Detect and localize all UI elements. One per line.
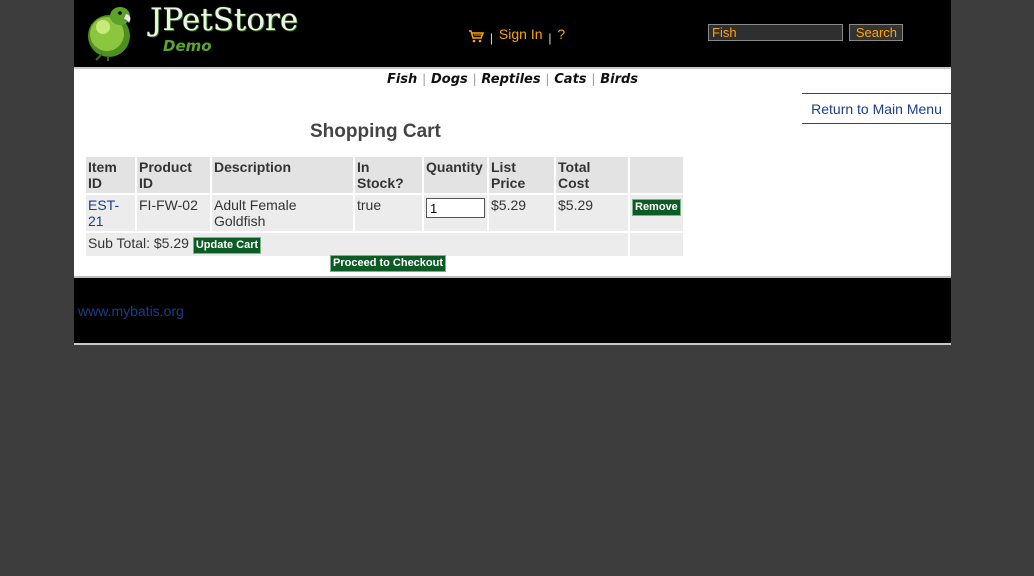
logo[interactable]: JPetStore Demo (82, 0, 302, 62)
update-cart-button[interactable]: Update Cart (192, 237, 262, 254)
quicklink-reptiles[interactable]: Reptiles (481, 72, 540, 87)
search-button[interactable]: Search (849, 24, 904, 41)
page-wrapper: JPetStore Demo | Sign In | ? Search Fish… (74, 0, 951, 345)
quicklink-dogs[interactable]: Dogs (431, 72, 468, 87)
cell-quantity (424, 195, 487, 231)
page-title: Shopping Cart (310, 121, 441, 142)
back-link-box: Return to Main Menu (802, 93, 951, 124)
column-header-description: Description (212, 157, 353, 193)
column-header-list-price: List Price (489, 157, 554, 193)
quicklink-birds[interactable]: Birds (600, 72, 638, 87)
help-link[interactable]: ? (557, 26, 565, 42)
menu-separator: | (548, 31, 552, 45)
remove-button[interactable]: Remove (632, 199, 681, 216)
quicklink-separator: | (468, 72, 481, 86)
proceed-to-checkout-button[interactable]: Proceed to Checkout (330, 255, 447, 272)
cell-in-stock: true (355, 195, 422, 231)
cart-icon[interactable] (468, 29, 485, 43)
cell-list-price: $5.29 (489, 195, 554, 231)
cell-empty (630, 233, 683, 256)
cart-table: Item ID Product ID Description In Stock? Qu… (84, 155, 685, 258)
search-form: Search (708, 24, 904, 42)
subtotal-label: Sub Total: $5.29 (88, 235, 189, 251)
cell-item-id: EST- 21 (86, 195, 135, 231)
column-header-product-id: Product ID (137, 157, 210, 193)
parrot-logo-icon (88, 7, 131, 61)
quicklink-separator: | (541, 72, 554, 86)
column-header-actions (630, 157, 683, 193)
logo-subtitle: Demo (163, 37, 212, 55)
header-menu: | Sign In | ? (468, 25, 565, 45)
quicklink-separator: | (418, 72, 430, 86)
search-input[interactable] (708, 24, 843, 41)
column-header-quantity: Quantity (424, 157, 487, 193)
logo-title: JPetStore (150, 2, 299, 38)
menu-separator: | (489, 31, 494, 45)
footer: www.mybatis.org (74, 276, 951, 345)
checkout-area: Proceed to Checkout (330, 253, 447, 272)
quick-links: Fish | Dogs | Reptiles | Cats | Birds (74, 67, 951, 93)
sign-in-link[interactable]: Sign In (499, 26, 543, 42)
return-to-main-menu-link[interactable]: Return to Main Menu (811, 101, 942, 117)
item-id-link[interactable]: EST- 21 (88, 197, 119, 229)
column-header-total-cost: Total Cost (556, 157, 628, 193)
quicklink-separator: | (587, 72, 600, 86)
mybatis-link[interactable]: www.mybatis.org (78, 303, 184, 319)
table-header-row: Item ID Product ID Description In Stock? Qu… (86, 157, 683, 193)
quicklink-fish[interactable]: Fish (387, 72, 417, 87)
cell-description: Adult Female Goldfish (212, 195, 353, 231)
column-header-in-stock: In Stock? (355, 157, 422, 193)
quicklink-cats[interactable]: Cats (554, 72, 586, 87)
main-content: Return to Main Menu Shopping Cart Item ID… (74, 93, 951, 276)
header: JPetStore Demo | Sign In | ? Search (74, 0, 951, 67)
table-row: EST- 21 FI-FW-02 Adult Female Goldfish tr… (86, 195, 683, 231)
cell-product-id: FI-FW-02 (137, 195, 210, 231)
cell-remove: Remove (630, 195, 683, 231)
cell-total-cost: $5.29 (556, 195, 628, 231)
quantity-input[interactable] (426, 198, 485, 218)
column-header-item-id: Item ID (86, 157, 135, 193)
